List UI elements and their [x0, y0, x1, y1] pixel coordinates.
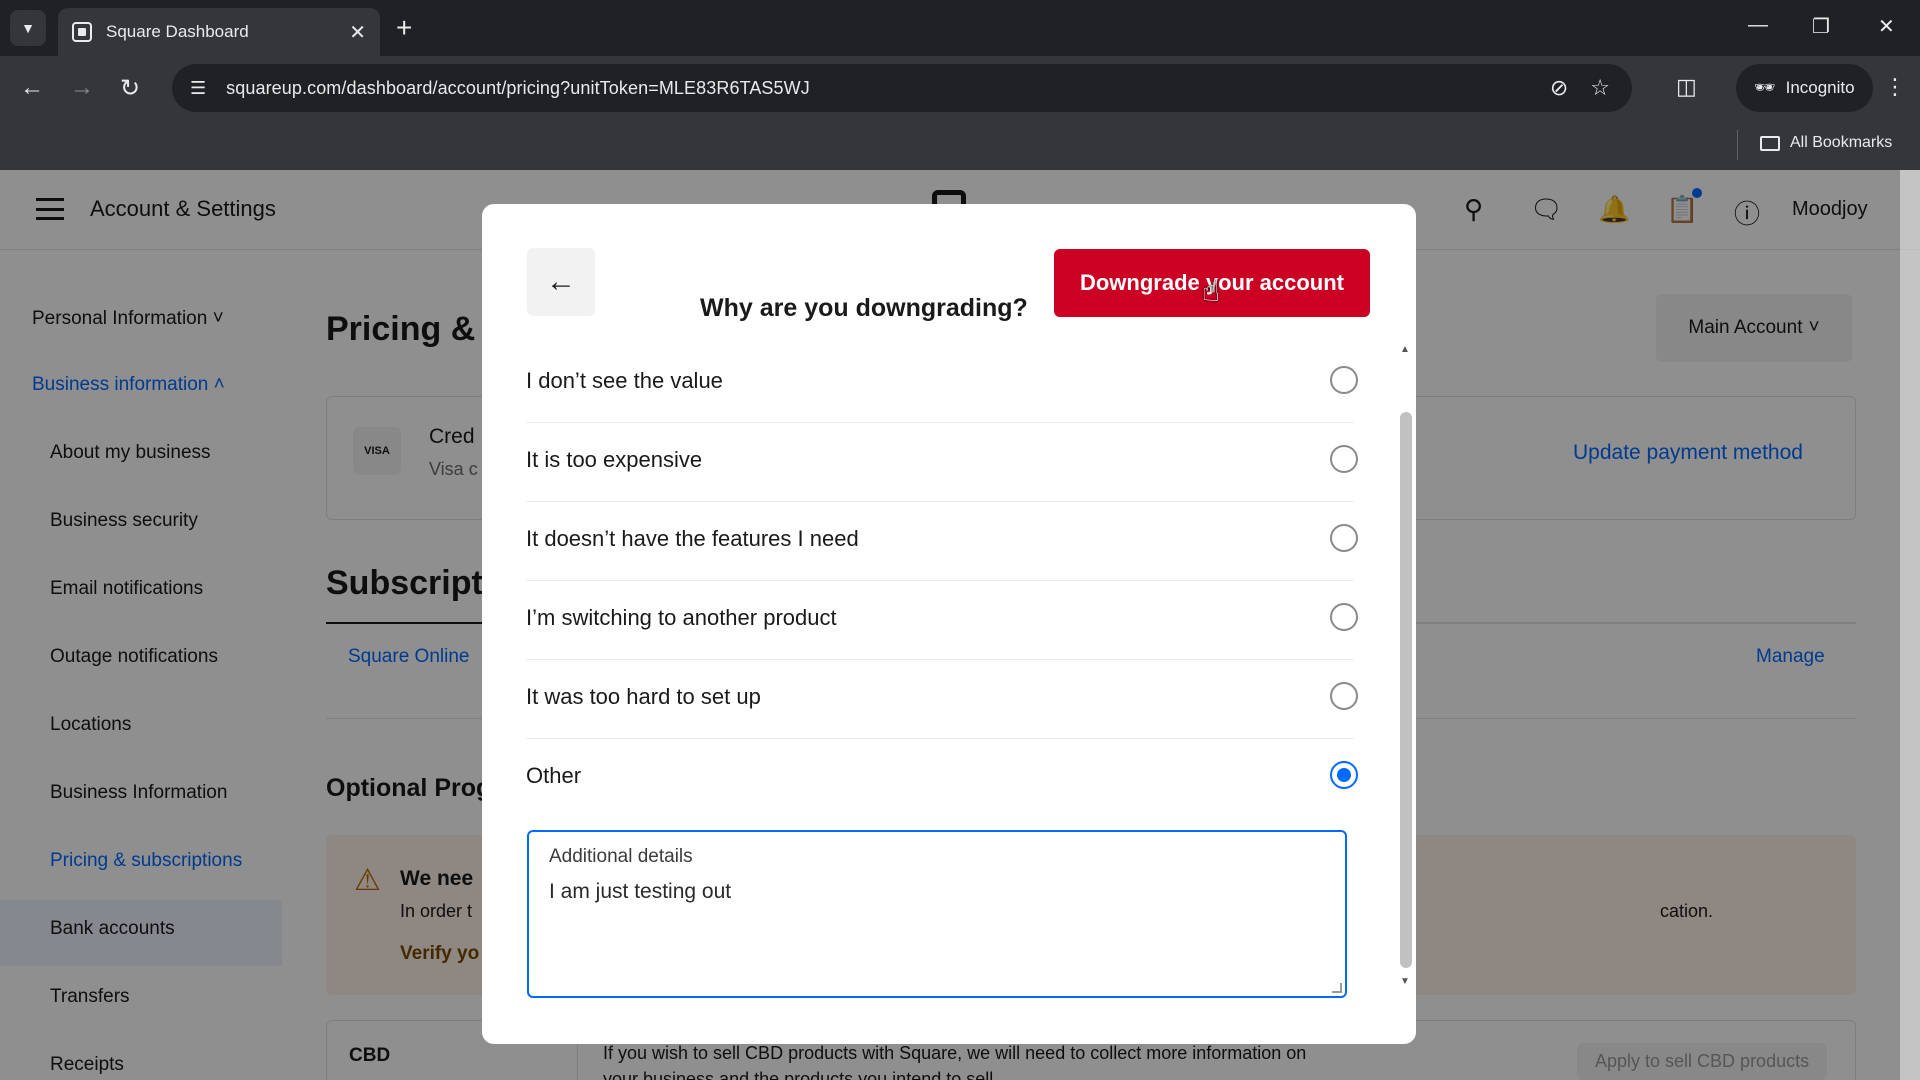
all-bookmarks-button[interactable]: All Bookmarks — [1760, 134, 1892, 152]
resize-handle-icon[interactable] — [1332, 983, 1342, 993]
close-window-icon[interactable]: ✕ — [1878, 14, 1895, 39]
back-arrow-icon[interactable]: ← — [20, 74, 44, 102]
additional-details-textarea[interactable]: Additional details I am just testing out — [527, 830, 1347, 998]
bookmarks-bar: All Bookmarks — [0, 120, 1920, 170]
downgrade-dialog: ← Why are you downgrading? Downgrade you… — [482, 204, 1416, 1044]
reason-option[interactable]: It doesn’t have the features I need — [526, 502, 1358, 581]
tab-title: Square Dashboard — [106, 22, 249, 41]
page-scrollbar[interactable] — [1900, 170, 1920, 1080]
incognito-icon: 🕶 — [1754, 78, 1776, 97]
bookmarks-divider — [1737, 130, 1738, 160]
hand-cursor-icon: ☝ — [1202, 275, 1221, 308]
radio-button[interactable] — [1330, 524, 1358, 552]
reason-label: I’m switching to another product — [526, 605, 837, 630]
reason-option[interactable]: It is too expensive — [526, 423, 1358, 502]
reason-option[interactable]: It was too hard to set up — [526, 660, 1358, 739]
url-text[interactable]: squareup.com/dashboard/account/pricing?u… — [226, 78, 1550, 99]
dialog-scrollbar[interactable]: ▲ ▼ — [1396, 344, 1414, 994]
arrow-left-icon: ← — [546, 265, 576, 298]
reason-label: It is too expensive — [526, 447, 703, 472]
radio-button-selected[interactable] — [1330, 761, 1358, 789]
radio-button[interactable] — [1330, 366, 1358, 394]
incognito-badge[interactable]: 🕶 Incognito — [1736, 64, 1873, 112]
close-tab-icon[interactable]: ✕ — [349, 20, 366, 45]
reason-label: It was too hard to set up — [526, 684, 761, 709]
dialog-title: Why are you downgrading? — [700, 294, 1028, 322]
reason-option[interactable]: I don’t see the value — [526, 344, 1358, 423]
menu-kebab-icon[interactable]: ⋮ — [1884, 74, 1906, 100]
minimize-icon[interactable]: — — [1748, 14, 1768, 37]
browser-tab-bar: ▼ Square Dashboard ✕ + — ❐ ✕ — [0, 0, 1920, 56]
chevron-down-icon: ▼ — [21, 20, 35, 36]
all-bookmarks-label: All Bookmarks — [1790, 134, 1893, 151]
browser-tab[interactable]: Square Dashboard ✕ — [58, 8, 380, 56]
tab-search-button[interactable]: ▼ — [10, 10, 46, 46]
reason-label: I don’t see the value — [526, 368, 723, 393]
address-bar[interactable]: ☰ squareup.com/dashboard/account/pricing… — [172, 64, 1632, 112]
star-icon[interactable]: ☆ — [1590, 75, 1610, 101]
reason-label: It doesn’t have the features I need — [526, 526, 859, 551]
additional-details-value[interactable]: I am just testing out — [549, 880, 731, 904]
forward-arrow-icon[interactable]: → — [70, 74, 94, 102]
radio-button[interactable] — [1330, 445, 1358, 473]
scroll-thumb[interactable] — [1400, 412, 1412, 968]
square-favicon-icon — [72, 22, 92, 42]
radio-button[interactable] — [1330, 682, 1358, 710]
site-info-icon[interactable]: ☰ — [190, 78, 206, 99]
reason-label: Other — [526, 763, 582, 788]
side-panel-icon[interactable]: ◫ — [1676, 74, 1697, 100]
scroll-up-arrow-icon[interactable]: ▲ — [1400, 344, 1410, 355]
reason-option[interactable]: Other — [526, 739, 1358, 818]
radio-button[interactable] — [1330, 603, 1358, 631]
reload-icon[interactable]: ↻ — [120, 74, 140, 103]
browser-toolbar: ← → ↻ ☰ squareup.com/dashboard/account/p… — [0, 56, 1920, 120]
reason-option[interactable]: I’m switching to another product — [526, 581, 1358, 660]
back-button[interactable]: ← — [527, 248, 595, 316]
plus-icon[interactable]: + — [396, 12, 412, 44]
eye-off-icon[interactable]: ⊘ — [1550, 75, 1568, 101]
incognito-label: Incognito — [1785, 78, 1855, 97]
additional-details-label: Additional details — [549, 846, 693, 867]
scroll-down-arrow-icon[interactable]: ▼ — [1400, 976, 1410, 987]
folder-icon — [1760, 135, 1780, 151]
restore-icon[interactable]: ❐ — [1812, 14, 1830, 39]
